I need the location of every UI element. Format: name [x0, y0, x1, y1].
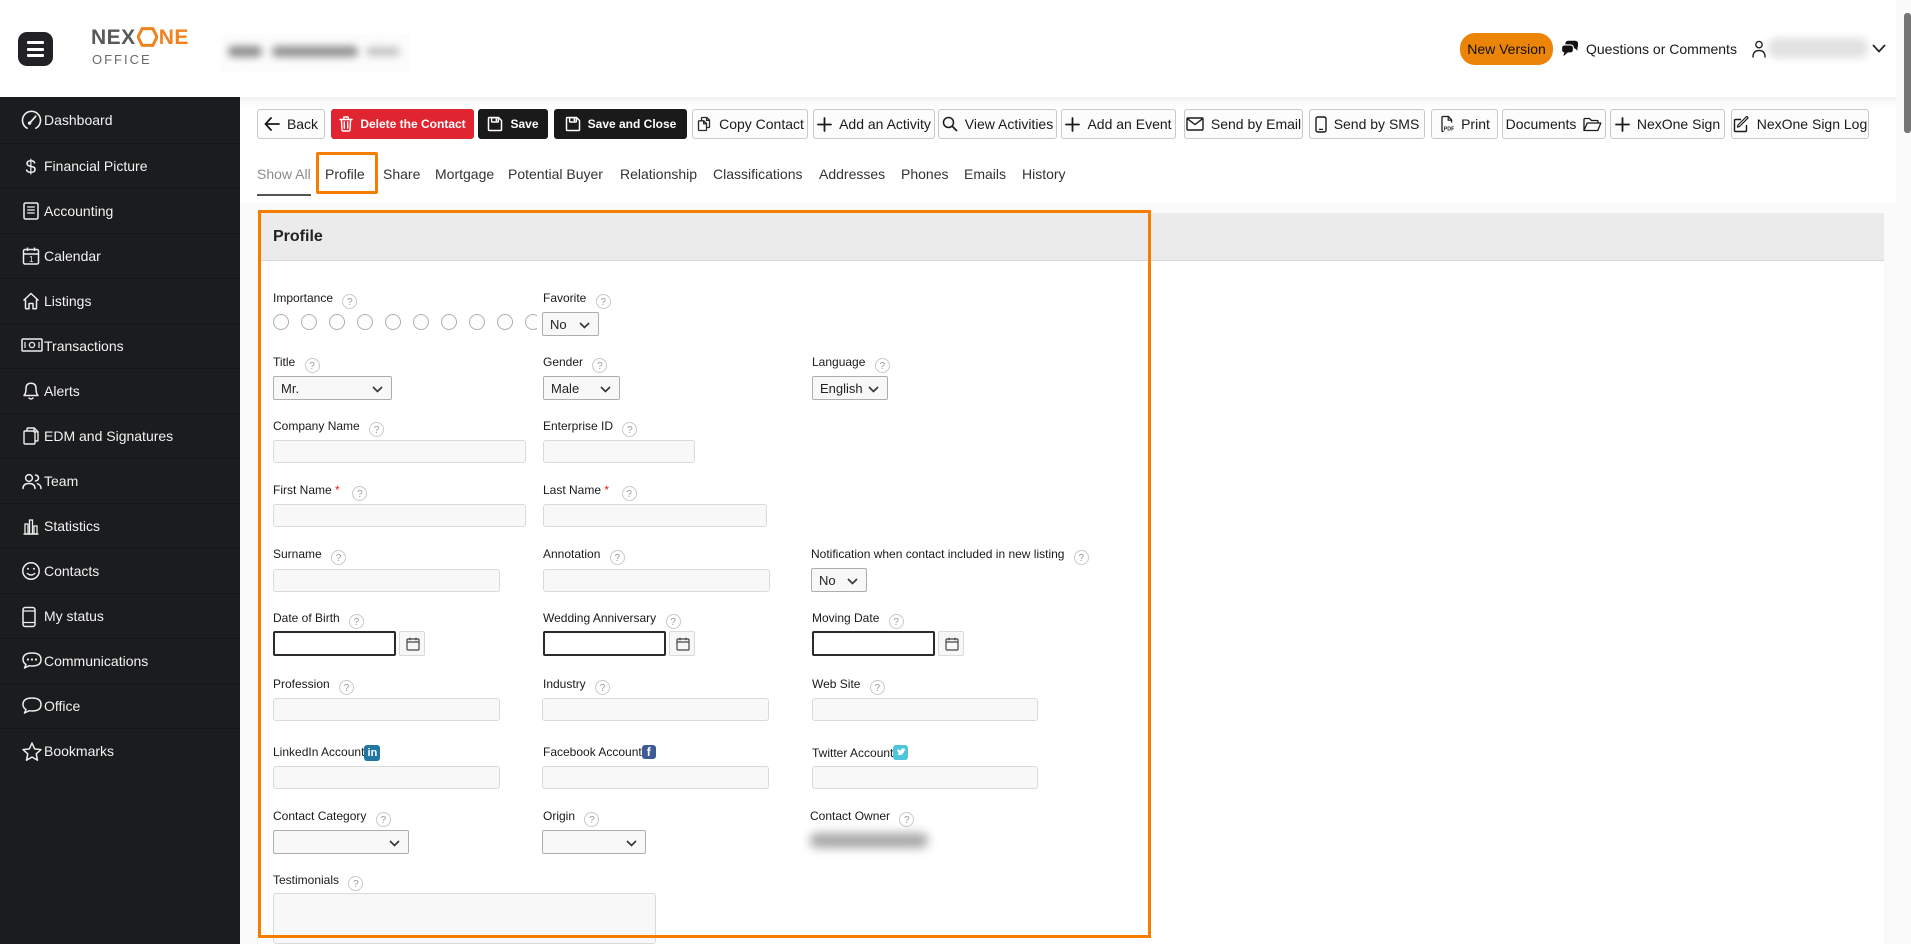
svg-text:$: $: [26, 158, 37, 179]
svg-text:PDF: PDF: [1444, 126, 1454, 132]
svg-text:1: 1: [29, 255, 34, 264]
